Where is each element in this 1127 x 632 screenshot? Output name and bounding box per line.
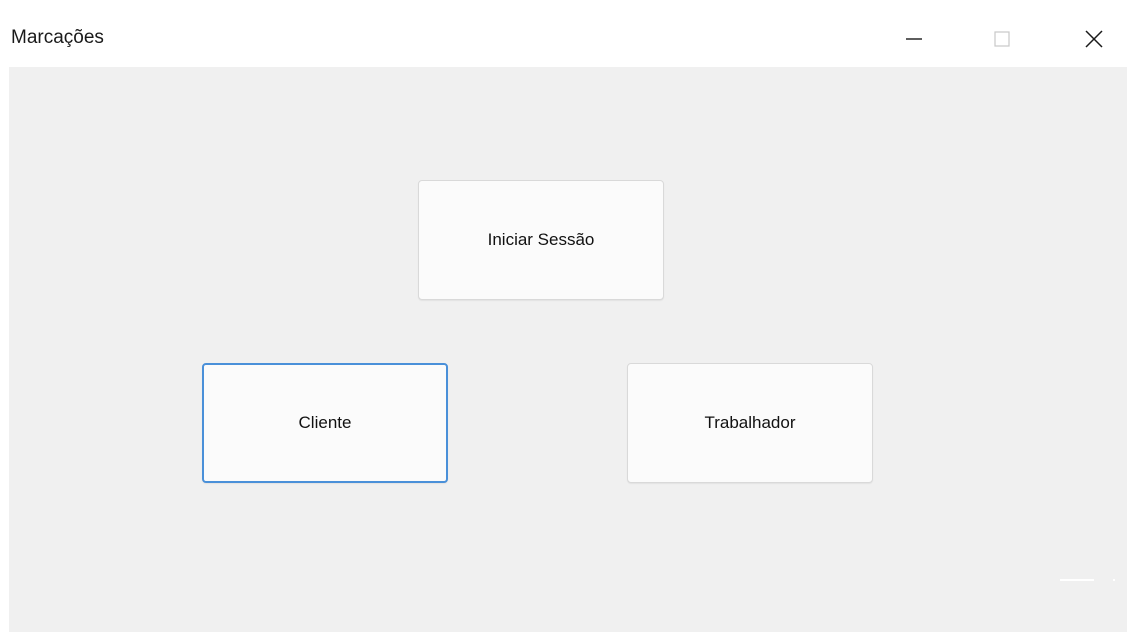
iniciar-sessao-button[interactable]: Iniciar Sessão — [418, 180, 664, 300]
close-button[interactable] — [1071, 16, 1117, 62]
maximize-button[interactable] — [979, 16, 1025, 62]
cliente-label: Cliente — [298, 413, 352, 432]
cliente-button[interactable]: Cliente — [202, 363, 448, 483]
trabalhador-button[interactable]: Trabalhador — [627, 363, 873, 483]
app-window: Marcações Iniciar Sessão Cliente Trabalh… — [0, 0, 1127, 632]
window-title: Marcações — [11, 27, 104, 48]
minimize-button[interactable] — [891, 16, 937, 62]
main-panel: Iniciar Sessão Cliente Trabalhador — [9, 67, 1127, 632]
grip-line — [1060, 579, 1094, 581]
close-icon — [1085, 30, 1103, 48]
title-bar[interactable]: Marcações — [0, 0, 1127, 67]
iniciar-sessao-label: Iniciar Sessão — [487, 230, 595, 249]
trabalhador-label: Trabalhador — [704, 413, 796, 432]
minimize-icon — [906, 38, 922, 40]
maximize-icon — [994, 31, 1010, 47]
grip-dot — [1113, 579, 1115, 581]
resize-grip[interactable] — [1060, 579, 1115, 582]
